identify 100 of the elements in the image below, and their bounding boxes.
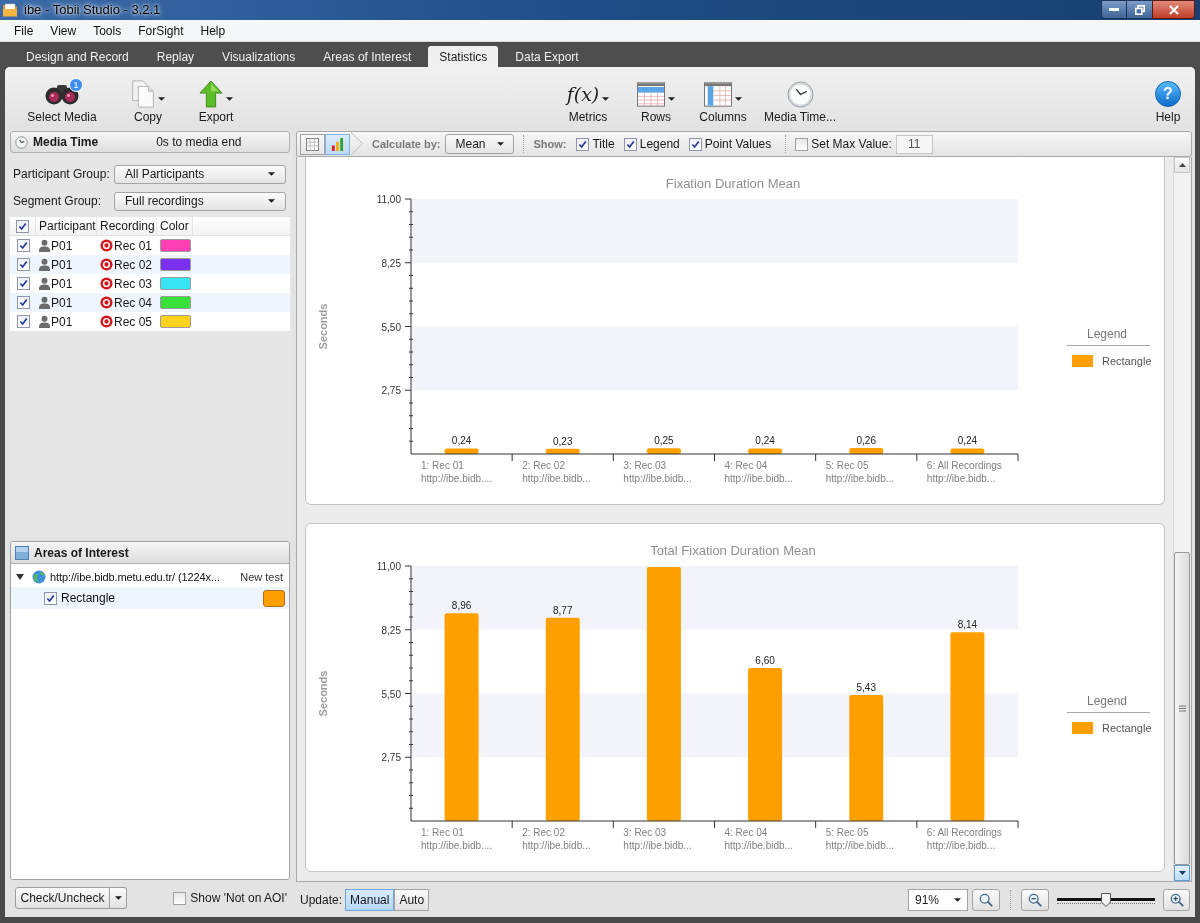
toolbar-button[interactable]: Copy <box>118 78 178 124</box>
toggle-button[interactable]: Auto <box>394 888 430 911</box>
tab[interactable]: Replay <box>145 46 206 67</box>
menu-item[interactable]: ForSight <box>138 21 184 40</box>
toolbar-button[interactable]: Rows <box>626 78 686 124</box>
window-title: ibe - Tobii Studio - 3.2.1 <box>24 1 161 20</box>
restore-button[interactable] <box>1127 0 1152 19</box>
value-label: 0,23 <box>553 435 573 447</box>
slider-thumb[interactable] <box>1101 892 1111 907</box>
zoom-slider[interactable] <box>1057 891 1155 908</box>
panel-title: Media Time <box>33 134 99 151</box>
dropdown-button[interactable] <box>110 887 127 909</box>
checkbox[interactable] <box>16 239 30 252</box>
recording-name: Rec 04 <box>114 294 153 312</box>
category-label: 5: Rec 05 http://ibe.bidb... <box>825 827 895 851</box>
value-label: 8,96 <box>451 600 472 612</box>
checkbox[interactable] <box>576 137 590 151</box>
category-label: 3: Rec 03 http://ibe.bidb... <box>623 460 692 484</box>
checkbox[interactable] <box>16 219 29 233</box>
menu-item[interactable]: Tools <box>93 21 122 40</box>
split-button[interactable]: Check/Uncheck <box>15 887 110 909</box>
zoom-in-button[interactable] <box>1163 888 1190 911</box>
tab[interactable]: Data Export <box>504 46 590 67</box>
participant-id: P01 <box>51 256 73 274</box>
minimize-button[interactable] <box>1101 0 1127 19</box>
caret-icon <box>268 199 275 203</box>
expand-triangle-icon[interactable] <box>16 573 24 581</box>
table-rows-icon <box>637 81 665 107</box>
tree-item-label[interactable]: http://ibe.bidb.metu.edu.tr/ (1224x... <box>50 568 220 586</box>
scrollbar-thumb[interactable] <box>1174 552 1190 865</box>
scroll-up-button[interactable] <box>1174 157 1190 173</box>
toolbar-button[interactable]: Media Time... <box>762 78 838 124</box>
zoom-out-button[interactable] <box>1021 888 1049 911</box>
tab[interactable]: Areas of Interest <box>312 46 423 67</box>
checkbox[interactable] <box>688 137 702 151</box>
category-label: 4: Rec 04 http://ibe.bidb... <box>724 827 793 851</box>
select-dropdown[interactable]: All Participants <box>114 164 286 184</box>
tab[interactable]: Statistics <box>428 46 499 67</box>
record-icon <box>100 239 113 252</box>
category-label: 2: Rec 02 http://ibe.bidb... <box>522 827 591 851</box>
person-icon <box>38 296 51 309</box>
value-label: 6,60 <box>755 655 775 666</box>
menu-item[interactable]: View <box>50 21 77 40</box>
toolbar-button[interactable]: ? Help <box>1148 78 1188 124</box>
checkbox-label: Set Max Value: <box>811 136 892 153</box>
zoom-fit-button[interactable] <box>972 888 1000 911</box>
participant-id: P01 <box>51 275 73 293</box>
person-icon <box>38 258 51 271</box>
select-dropdown[interactable]: Full recordings <box>114 191 286 211</box>
square-icon <box>15 545 29 560</box>
caret-icon <box>268 172 275 176</box>
pages-icon <box>131 80 155 108</box>
arrow-up-icon <box>1178 163 1186 167</box>
checkbox[interactable] <box>173 891 187 905</box>
legend-title: Legend <box>1087 694 1127 708</box>
tick-label: 5,50 <box>381 321 401 333</box>
view-toggle-button[interactable] <box>325 133 350 155</box>
toolbar-button[interactable]: Columns <box>688 78 758 124</box>
column-header[interactable]: Participant <box>36 217 97 235</box>
caret-icon <box>497 142 505 146</box>
view-toggle-button[interactable] <box>300 133 325 155</box>
toolbar-button[interactable]: f(x) Metrics <box>558 78 618 124</box>
tab[interactable]: Design and Record <box>15 46 140 67</box>
globe-icon <box>32 570 46 584</box>
tree-item-label: Rectangle <box>61 590 116 607</box>
toolbar-button[interactable]: Export <box>186 78 246 124</box>
checkbox[interactable] <box>623 137 637 151</box>
close-button[interactable] <box>1152 0 1195 19</box>
checkbox[interactable] <box>16 277 30 290</box>
tab[interactable]: Visualizations <box>211 46 307 67</box>
value-label: 0,26 <box>856 434 876 446</box>
bar-chart-icon <box>331 137 344 151</box>
person-icon <box>38 239 51 252</box>
scroll-down-button[interactable] <box>1174 865 1190 881</box>
checkbox[interactable] <box>16 315 30 328</box>
checkbox[interactable] <box>44 591 57 605</box>
checkbox[interactable] <box>16 258 30 271</box>
max-value-input[interactable]: 11 <box>895 134 933 154</box>
select-dropdown[interactable]: Mean <box>445 134 515 154</box>
value-label: 0,24 <box>957 435 978 447</box>
checkbox[interactable] <box>795 137 809 151</box>
help-symbol: ? <box>1155 81 1181 107</box>
recording-name: Rec 01 <box>114 237 153 255</box>
tick-label: 8,25 <box>381 624 401 636</box>
legend-label: Rectangle <box>1102 722 1152 734</box>
checkbox[interactable] <box>16 296 30 309</box>
column-header[interactable]: Color <box>157 217 193 235</box>
toggle-button[interactable]: Manual <box>345 888 395 911</box>
toolbar-button[interactable]: 1 Select Media <box>25 78 99 124</box>
zoom-dropdown[interactable]: 91% <box>908 888 968 911</box>
tree-item[interactable]: Rectangle <box>11 587 289 609</box>
column-header[interactable]: Recording <box>97 217 157 235</box>
tick-label: 2,75 <box>381 752 401 764</box>
category-label: 6: All Recordings http://ibe.bidb... <box>926 827 1002 851</box>
menu-item[interactable]: Help <box>200 21 226 40</box>
media-time-range: 0s to media end <box>156 134 242 151</box>
legend-label: Rectangle <box>1102 355 1152 367</box>
value-label: 0,25 <box>654 435 674 447</box>
field-label: Segment Group: <box>13 193 103 210</box>
menu-item[interactable]: File <box>14 21 34 40</box>
